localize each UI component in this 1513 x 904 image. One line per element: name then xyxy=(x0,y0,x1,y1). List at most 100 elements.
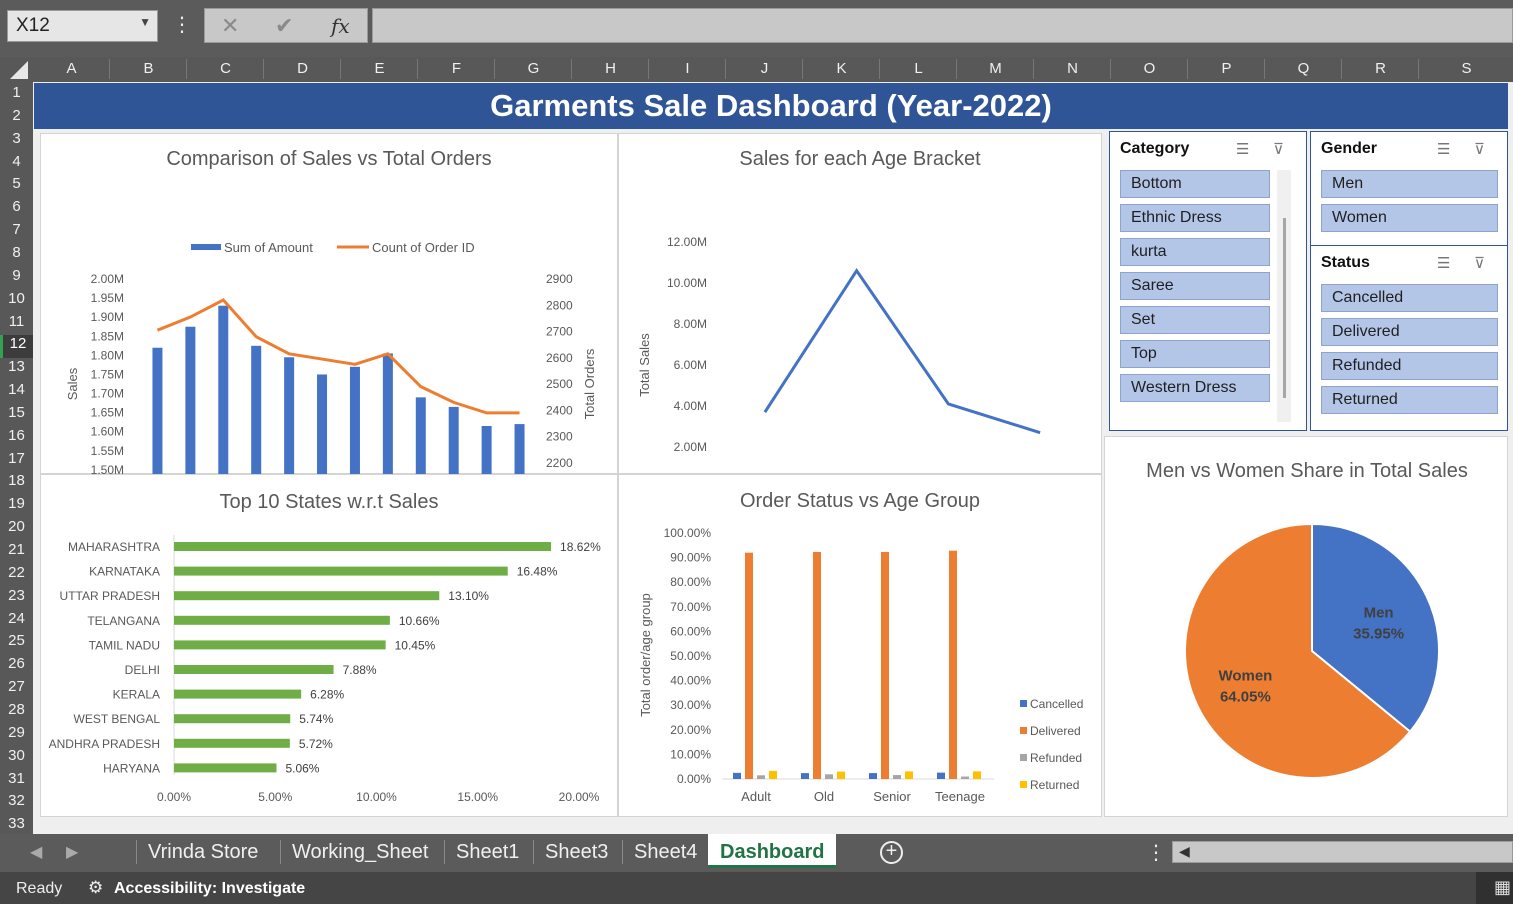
row-label[interactable]: 27 xyxy=(0,678,33,701)
tab-sheet1[interactable]: Sheet1 xyxy=(456,841,519,864)
status-bar[interactable] xyxy=(757,775,765,779)
row-label[interactable]: 8 xyxy=(0,244,33,267)
row-label[interactable]: 19 xyxy=(0,495,33,518)
column-label[interactable]: L xyxy=(880,60,957,77)
status-bar[interactable] xyxy=(973,771,981,779)
slicer-item-delivered[interactable]: Delivered xyxy=(1321,318,1498,346)
sales-bar[interactable] xyxy=(284,357,295,475)
row-label[interactable]: 12 xyxy=(0,335,33,359)
scroll-right-icon[interactable]: ▶ xyxy=(66,842,78,862)
sales-bar[interactable] xyxy=(448,406,459,475)
column-label[interactable]: M xyxy=(957,60,1034,77)
slicer-item-western-dress[interactable]: Western Dress xyxy=(1120,374,1270,402)
row-label[interactable]: 33 xyxy=(0,815,33,834)
row-label[interactable]: 4 xyxy=(0,153,33,176)
state-bar[interactable] xyxy=(174,542,552,551)
state-bar[interactable] xyxy=(174,566,508,576)
status-bar[interactable] xyxy=(813,551,821,779)
slicer-item-saree[interactable]: Saree xyxy=(1120,272,1270,300)
name-box[interactable]: X12 ▼ xyxy=(7,10,158,42)
accessibility-icon[interactable]: ⚙ xyxy=(88,878,103,898)
clear-filter-icon[interactable]: ⊽ xyxy=(1474,254,1485,272)
row-label[interactable]: 29 xyxy=(0,724,33,747)
column-label[interactable]: P xyxy=(1188,60,1265,77)
status-bar[interactable] xyxy=(869,773,877,779)
state-bar[interactable] xyxy=(174,714,291,724)
column-label[interactable]: A xyxy=(33,60,110,77)
sheet-area[interactable]: Garments Sale Dashboard (Year-2022) Comp… xyxy=(33,82,1513,834)
slicer-item-men[interactable]: Men xyxy=(1321,170,1498,198)
column-label[interactable]: I xyxy=(649,60,726,77)
state-bar[interactable] xyxy=(174,591,440,601)
row-label[interactable]: 2 xyxy=(0,107,33,130)
orders-line[interactable] xyxy=(156,298,520,415)
formula-input[interactable] xyxy=(372,8,1513,43)
accessibility-status[interactable]: Accessibility: Investigate xyxy=(114,880,305,898)
normal-view-button[interactable]: ▦ xyxy=(1476,872,1513,904)
column-label[interactable]: F xyxy=(418,60,495,77)
column-label[interactable]: J xyxy=(726,60,803,77)
row-label[interactable]: 28 xyxy=(0,701,33,724)
more-tabs-icon[interactable]: ⋮ xyxy=(1146,840,1166,865)
row-label[interactable]: 20 xyxy=(0,518,33,541)
scroll-left-arrow-icon[interactable]: ◀ xyxy=(1179,843,1190,860)
slicer-item-bottom[interactable]: Bottom xyxy=(1120,170,1270,198)
column-label[interactable]: R xyxy=(1342,60,1419,77)
sales-bar[interactable] xyxy=(317,374,328,475)
row-label[interactable]: 1 xyxy=(0,84,33,107)
column-label[interactable]: Q xyxy=(1265,60,1342,77)
row-label[interactable]: 16 xyxy=(0,427,33,450)
state-bar[interactable] xyxy=(174,615,390,625)
status-bar[interactable] xyxy=(905,771,913,779)
slicer-item-cancelled[interactable]: Cancelled xyxy=(1321,284,1498,312)
age-bracket-chart[interactable]: Sales for each Age Bracket 0.00M2.00M4.0… xyxy=(618,133,1102,474)
row-label[interactable]: 25 xyxy=(0,632,33,655)
slicer-item-women[interactable]: Women xyxy=(1321,204,1498,232)
sales-bar[interactable] xyxy=(185,326,196,475)
row-label[interactable]: 10 xyxy=(0,290,33,313)
clear-filter-icon[interactable]: ⊽ xyxy=(1273,140,1284,158)
multi-select-icon[interactable]: ☰ xyxy=(1437,254,1450,272)
status-bar[interactable] xyxy=(937,772,945,779)
column-label[interactable]: D xyxy=(264,60,341,77)
sales-bar[interactable] xyxy=(218,305,229,475)
column-label[interactable]: G xyxy=(495,60,572,77)
slicer-item-top[interactable]: Top xyxy=(1120,340,1270,368)
row-label[interactable]: 24 xyxy=(0,610,33,633)
top-states-chart[interactable]: Top 10 States w.r.t Sales MAHARASHTRA 18.… xyxy=(40,474,618,817)
row-label[interactable]: 26 xyxy=(0,655,33,678)
row-label[interactable]: 11 xyxy=(0,313,33,336)
slicer-item-returned[interactable]: Returned xyxy=(1321,386,1498,414)
state-bar[interactable] xyxy=(174,665,334,674)
status-bar[interactable] xyxy=(881,551,889,779)
column-label[interactable]: H xyxy=(572,60,649,77)
status-bar[interactable] xyxy=(837,771,845,779)
horizontal-scrollbar[interactable]: ◀ xyxy=(1172,841,1513,863)
status-bar[interactable] xyxy=(825,774,833,779)
status-bar[interactable] xyxy=(745,552,753,779)
sales-bar[interactable] xyxy=(349,366,360,475)
row-label[interactable]: 23 xyxy=(0,587,33,610)
select-all-icon[interactable] xyxy=(10,61,28,79)
row-label[interactable]: 9 xyxy=(0,267,33,290)
row-label[interactable]: 3 xyxy=(0,130,33,153)
multi-select-icon[interactable]: ☰ xyxy=(1437,140,1450,158)
sales-line[interactable] xyxy=(763,268,1041,435)
sales-bar[interactable] xyxy=(251,345,262,475)
row-label[interactable]: 5 xyxy=(0,175,33,198)
column-label[interactable]: O xyxy=(1111,60,1188,77)
tab-sheet4[interactable]: Sheet4 xyxy=(634,841,697,864)
status-bar[interactable] xyxy=(769,770,777,779)
status-bar[interactable] xyxy=(733,772,741,779)
status-slicer[interactable]: Status ☰ ⊽ Cancelled Delivered Refunded Ret… xyxy=(1310,245,1508,431)
order-status-chart[interactable]: Order Status vs Age Group 0.00% 10.00% 20.… xyxy=(618,474,1102,817)
row-label[interactable]: 7 xyxy=(0,221,33,244)
state-bar[interactable] xyxy=(174,689,302,699)
gender-slicer[interactable]: Gender ☰ ⊽ Men Women xyxy=(1310,131,1508,247)
multi-select-icon[interactable]: ☰ xyxy=(1236,140,1249,158)
sales-vs-orders-chart[interactable]: Comparison of Sales vs Total Orders Sum … xyxy=(40,133,618,475)
gender-share-chart[interactable]: Men vs Women Share in Total Sales Men 35.… xyxy=(1104,436,1508,817)
column-label[interactable]: E xyxy=(341,60,418,77)
row-label[interactable]: 13 xyxy=(0,358,33,381)
slicer-item-ethnic-dress[interactable]: Ethnic Dress xyxy=(1120,204,1270,232)
